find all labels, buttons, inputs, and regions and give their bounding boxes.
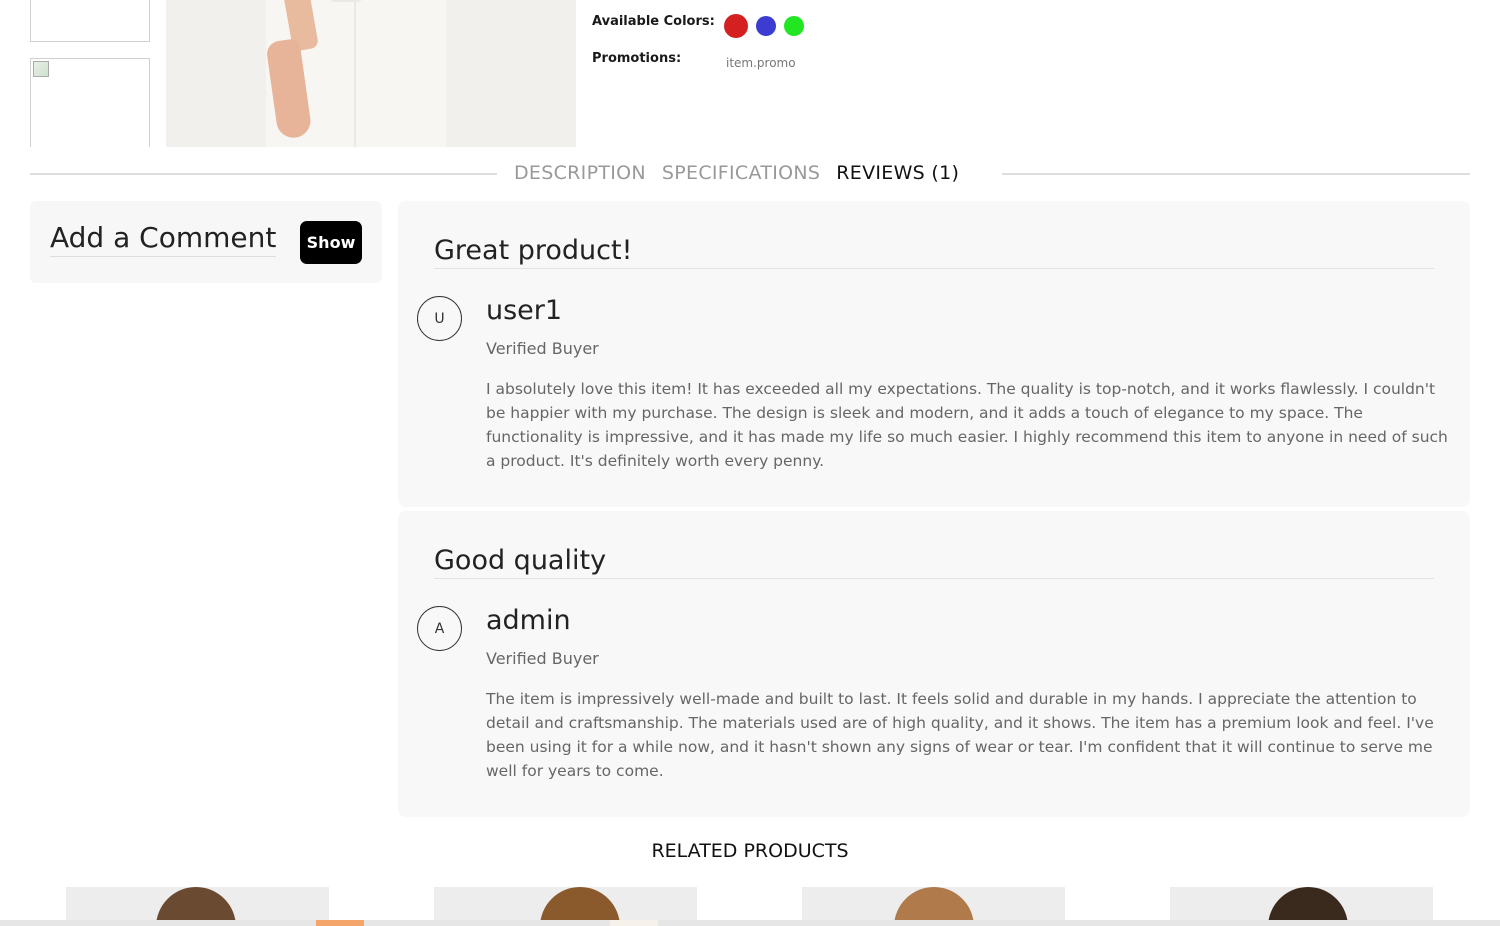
review-username: admin xyxy=(486,605,571,636)
thumbnail-2[interactable] xyxy=(30,58,150,147)
color-swatch-blue[interactable] xyxy=(756,16,776,36)
verified-buyer-badge: Verified Buyer xyxy=(486,339,599,358)
tabs-divider-right xyxy=(1002,173,1470,175)
broken-image-icon xyxy=(33,61,49,77)
verified-buyer-badge: Verified Buyer xyxy=(486,649,599,668)
review-card: Good quality A admin Verified Buyer The … xyxy=(398,511,1470,817)
review-text: The item is impressively well-made and b… xyxy=(486,690,1434,780)
review-title: Great product! xyxy=(434,235,1434,269)
product-main-image xyxy=(166,0,576,147)
horizontal-scrollbar[interactable] xyxy=(0,920,1500,926)
review-username: user1 xyxy=(486,295,563,326)
available-colors-label: Available Colors: xyxy=(592,14,715,29)
color-swatch-red[interactable] xyxy=(724,14,748,38)
tab-reviews[interactable]: REVIEWS (1) xyxy=(836,162,959,184)
color-swatches xyxy=(724,14,804,38)
thumbnail-1[interactable] xyxy=(30,0,150,42)
review-card: Great product! U user1 Verified Buyer I … xyxy=(398,201,1470,507)
tab-specifications[interactable]: SPECIFICATIONS xyxy=(662,162,820,184)
avatar: A xyxy=(417,606,462,651)
related-products-heading: RELATED PRODUCTS xyxy=(651,840,849,862)
promotions-label: Promotions: xyxy=(592,51,682,66)
review-text: I absolutely love this item! It has exce… xyxy=(486,380,1448,470)
color-swatch-green[interactable] xyxy=(784,16,804,36)
add-comment-title: Add a Comment xyxy=(50,221,277,257)
tab-description[interactable]: DESCRIPTION xyxy=(514,162,646,184)
tabs-divider-left xyxy=(30,173,497,175)
promotions-value: item.promo xyxy=(726,56,796,70)
review-title: Good quality xyxy=(434,545,1434,579)
product-tabs: DESCRIPTION SPECIFICATIONS REVIEWS (1) xyxy=(506,162,968,184)
add-comment-panel: Add a Comment Show xyxy=(30,201,382,283)
avatar: U xyxy=(417,296,462,341)
show-comment-form-button[interactable]: Show xyxy=(300,221,362,264)
